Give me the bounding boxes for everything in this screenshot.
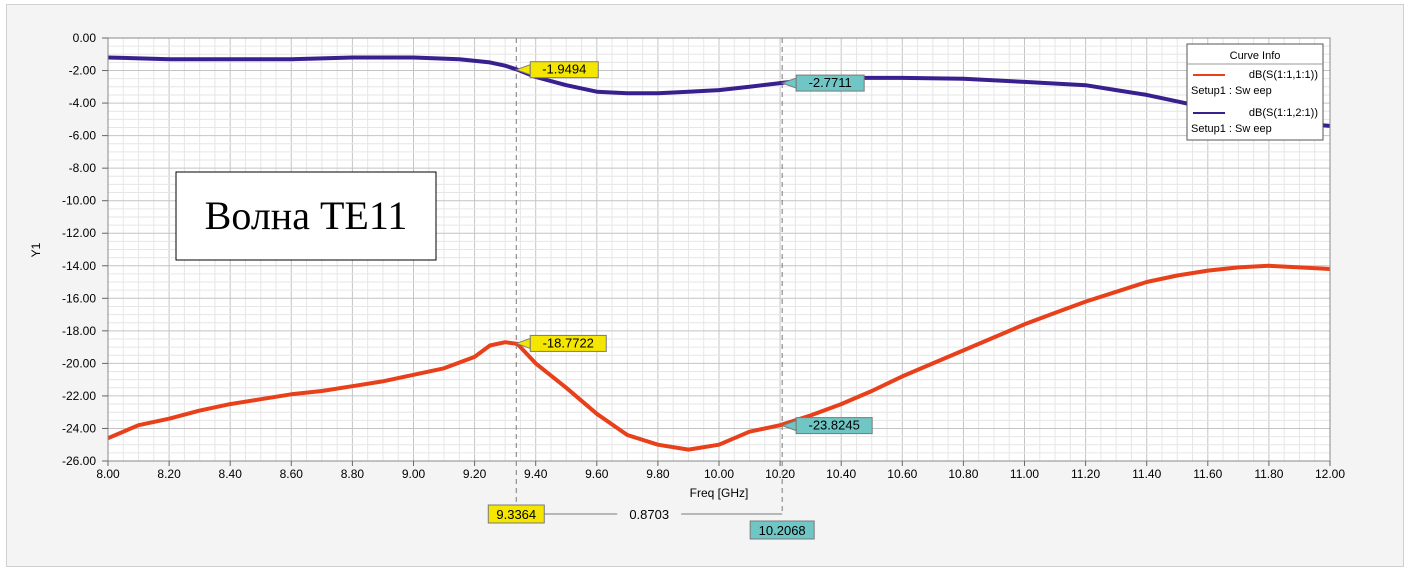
y-tick-label: 0.00 (73, 31, 97, 45)
y-tick-label: -16.00 (62, 291, 96, 305)
x-tick-label: 11.40 (1132, 467, 1161, 481)
y-tick-label: -22.00 (62, 389, 96, 403)
x-tick-label: 10.20 (765, 467, 795, 481)
y-tick-label: -2.00 (69, 64, 97, 78)
x-tick-label: 12.00 (1315, 467, 1345, 481)
x-tick-label: 8.80 (341, 467, 365, 481)
x-tick-label: 9.00 (402, 467, 426, 481)
marker-x-label: 10.2068 (759, 523, 806, 538)
marker-value-label: -1.9494 (542, 62, 586, 77)
marker-value-label: -18.7722 (543, 335, 594, 350)
legend-entry-s21: dB(S(1:1,2:1)) (1249, 107, 1318, 119)
y-tick-label: -8.00 (69, 161, 97, 175)
x-tick-label: 9.20 (463, 467, 487, 481)
marker-x-tags: 9.3364 10.2068 0.8703 (487, 504, 815, 540)
y-tick-label: -14.00 (62, 259, 96, 273)
annotation-box: Волна TE11 (175, 171, 437, 261)
x-tick-label: 11.60 (1193, 467, 1222, 481)
annotation-text: Волна TE11 (205, 193, 408, 238)
x-tick-label: 11.00 (1010, 467, 1039, 481)
delta-label: 0.8703 (629, 507, 669, 522)
marker-x-tag: 9.3364 (487, 504, 545, 524)
legend-entry-s21-sub: Setup1 : Sw eep (1191, 123, 1272, 135)
marker-x-tag: 10.2068 (749, 520, 815, 540)
marker-x-label: 9.3364 (496, 507, 536, 522)
marker-value-label: -2.7711 (809, 75, 852, 90)
x-axis-label: Freq [GHz] (690, 486, 749, 500)
legend-title: Curve Info (1230, 50, 1281, 62)
x-tick-label: 8.00 (96, 467, 120, 481)
y-tick-label: -4.00 (69, 96, 97, 110)
x-tick-label: 9.40 (524, 467, 548, 481)
x-tick-label: 8.60 (280, 467, 304, 481)
x-tick-label: 10.80 (948, 467, 978, 481)
y-tick-label: -24.00 (62, 421, 96, 435)
x-tick-label: 10.40 (826, 467, 856, 481)
legend: Curve Info dB(S(1:1,1:1)) Setup1 : Sw ee… (1186, 43, 1324, 141)
x-tick-label: 8.40 (219, 467, 243, 481)
y-tick-label: -26.00 (62, 454, 96, 468)
y-axis-label: Y1 (29, 242, 43, 257)
x-tick-labels: 8.00 8.20 8.40 8.60 8.80 9.00 9.20 9.40 9.60 9.80… (96, 461, 1345, 481)
y-tick-label: -20.00 (62, 356, 96, 370)
x-tick-label: 11.80 (1254, 467, 1283, 481)
chart: 8.00 8.20 8.40 8.60 8.80 9.00 9.20 9.40 9.60 9.80… (29, 31, 1345, 540)
legend-entry-s11-sub: Setup1 : Sw eep (1191, 85, 1272, 97)
marker-value-label: -23.8245 (809, 418, 860, 433)
x-tick-label: 11.20 (1071, 467, 1100, 481)
marker-value-tag: -18.7722 (514, 334, 607, 352)
x-tick-label: 8.20 (157, 467, 181, 481)
legend-entry-s11: dB(S(1:1,1:1)) (1249, 69, 1318, 81)
x-tick-label: 10.00 (704, 467, 734, 481)
marker-value-tag: -23.8245 (780, 417, 873, 435)
y-tick-label: -6.00 (69, 129, 97, 143)
x-tick-label: 9.60 (585, 467, 609, 481)
y-tick-labels: 0.00 -2.00 -4.00 -6.00 -8.00 -10.00 -12.00 -14.… (62, 31, 108, 468)
x-tick-label: 10.60 (887, 467, 917, 481)
x-tick-label: 9.80 (646, 467, 670, 481)
y-tick-label: -18.00 (62, 324, 96, 338)
y-tick-label: -10.00 (62, 194, 96, 208)
y-tick-label: -12.00 (62, 226, 96, 240)
